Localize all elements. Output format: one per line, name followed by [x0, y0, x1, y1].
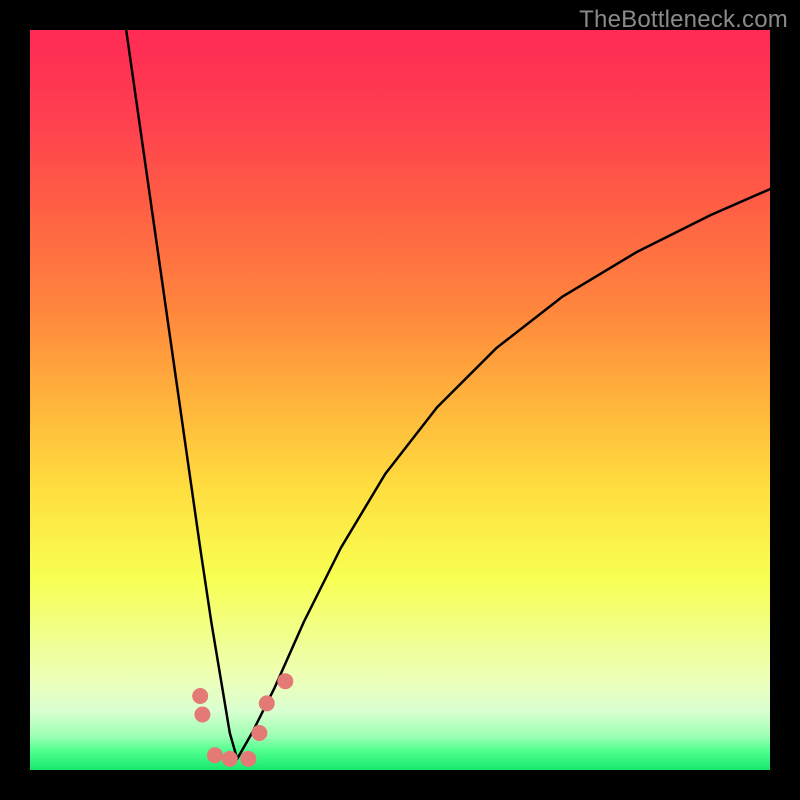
chart-curve-layer: [30, 30, 770, 770]
marker-floor-dot-1: [207, 747, 223, 763]
marker-right-dot-lower: [251, 725, 267, 741]
marker-right-dot-far: [277, 673, 293, 689]
marker-right-dot-upper: [259, 695, 275, 711]
marker-floor-dot-2: [222, 751, 238, 767]
curve-right_branch: [237, 189, 770, 759]
marker-floor-dot-3: [240, 751, 256, 767]
marker-left-cluster-lower: [194, 707, 210, 723]
marker-left-cluster-upper: [192, 688, 208, 704]
chart-frame: [30, 30, 770, 770]
curve-left_branch: [126, 30, 237, 759]
